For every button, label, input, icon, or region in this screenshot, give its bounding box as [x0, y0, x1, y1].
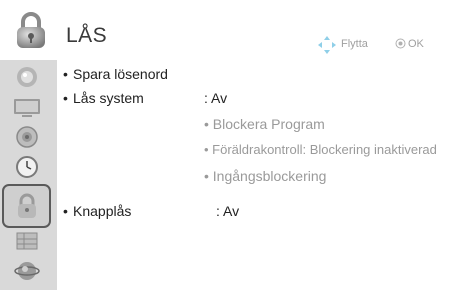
options-icon	[16, 232, 38, 250]
bullet-icon: •	[204, 116, 213, 132]
sidebar-item-options[interactable]	[7, 226, 47, 256]
hint-ok-label: OK	[408, 38, 424, 50]
key-lock-value: : Av	[216, 203, 240, 219]
picture-icon	[17, 67, 37, 87]
ok-button-icon	[395, 38, 406, 49]
menu-item-save-password[interactable]: • Spara lösenord	[63, 66, 168, 82]
navigation-arrows-icon	[318, 36, 336, 54]
bullet-icon: •	[204, 168, 213, 184]
hint-move-label: Flytta	[341, 38, 368, 50]
sub-item-label: Blockera Program	[212, 116, 325, 132]
lock-menu-screen: LÅS Flytta OK • Spara lösenord • Lås sys…	[0, 0, 449, 290]
sub-item-parental-control: • Föräldrakontroll: Blockering inaktiver…	[204, 142, 437, 157]
settings-category-sidebar	[0, 60, 57, 290]
sidebar-item-picture[interactable]	[7, 62, 47, 92]
sidebar-item-time[interactable]	[7, 152, 47, 182]
menu-item-label: Lås system	[73, 90, 144, 106]
menu-item-label: Spara lösenord	[73, 66, 168, 82]
lock-settings-panel: • Spara lösenord • Lås system : Av • Block…	[57, 60, 449, 290]
menu-item-label: Knapplås	[73, 203, 132, 219]
menu-header: LÅS Flytta OK	[0, 0, 449, 60]
sub-item-label: Ingångsblockering	[212, 168, 327, 184]
sub-item-label: Föräldrakontroll: Blockering inaktiverad	[212, 142, 437, 157]
bullet-icon: •	[63, 66, 68, 82]
page-title: LÅS	[66, 24, 108, 47]
lock-icon	[17, 193, 36, 218]
sidebar-item-audio[interactable]	[7, 122, 47, 152]
menu-item-lock-system[interactable]: • Lås system	[63, 90, 144, 106]
sidebar-item-network[interactable]	[7, 256, 47, 286]
lock-icon	[17, 12, 45, 48]
network-icon	[14, 262, 40, 280]
screen-icon	[14, 99, 40, 117]
clock-icon	[16, 156, 38, 178]
sub-item-block-program: • Blockera Program	[204, 116, 325, 132]
audio-icon	[16, 126, 38, 148]
menu-item-key-lock[interactable]: • Knapplås	[63, 203, 131, 219]
sidebar-item-lock[interactable]	[2, 184, 51, 228]
bullet-icon: •	[63, 203, 68, 219]
sidebar-item-screen[interactable]	[7, 92, 47, 122]
lock-system-value: : Av	[204, 90, 228, 106]
bullet-icon: •	[63, 90, 68, 106]
sub-item-input-block: • Ingångsblockering	[204, 168, 326, 184]
bullet-icon: •	[204, 142, 213, 157]
